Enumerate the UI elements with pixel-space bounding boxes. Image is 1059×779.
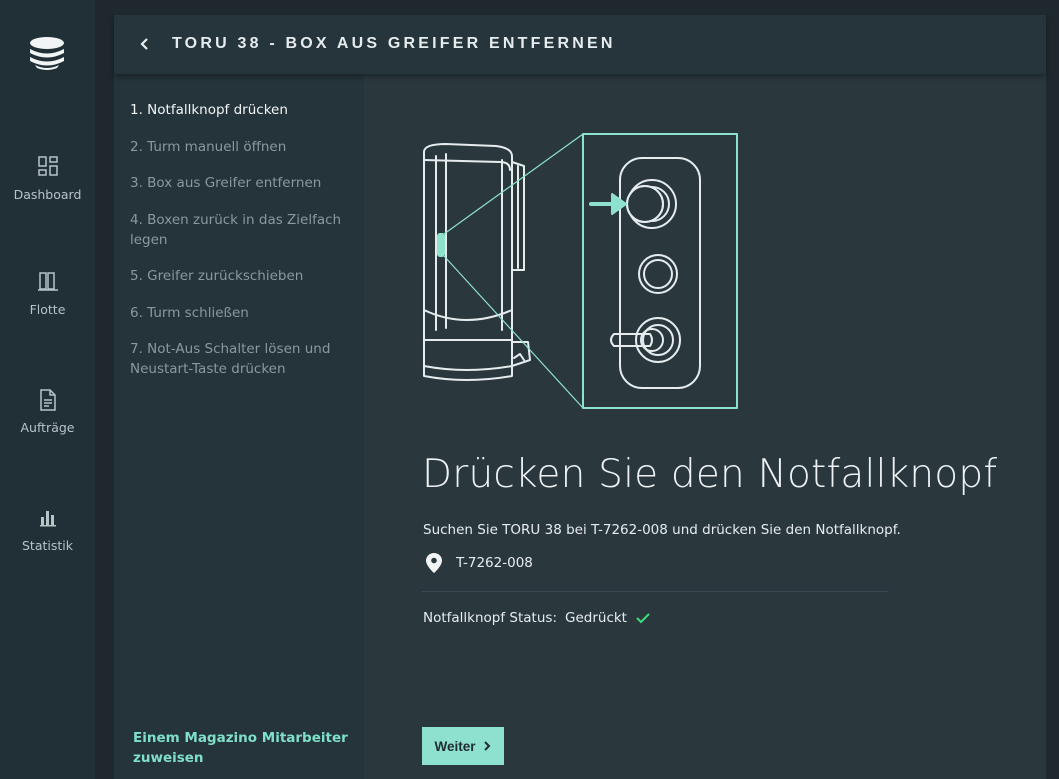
nav-statistik-label: Statistik	[22, 538, 73, 553]
emergency-button-illustration	[423, 133, 738, 409]
nav-dashboard[interactable]: Dashboard	[0, 155, 95, 202]
app-root: Dashboard Flotte Aufträge Statistik TORU…	[0, 0, 1059, 779]
location-pin-icon	[426, 553, 442, 573]
next-button-label: Weiter	[434, 738, 476, 754]
checkmark-icon	[636, 613, 650, 624]
nav-auftraege[interactable]: Aufträge	[0, 388, 95, 435]
location-code: T-7262-008	[456, 555, 533, 571]
steps-panel: 1. Notfallknopf drücken 2. Turm manuell ö…	[114, 74, 364, 779]
divider	[422, 591, 888, 592]
nav-statistik[interactable]: Statistik	[0, 506, 95, 553]
step-item-5[interactable]: 5. Greifer zurückschieben	[130, 266, 352, 286]
nav-dashboard-label: Dashboard	[13, 187, 82, 202]
status-value: Gedrückt	[565, 610, 627, 626]
step-item-1[interactable]: 1. Notfallknopf drücken	[130, 100, 352, 120]
step-instruction: Suchen Sie TORU 38 bei T-7262-008 und dr…	[423, 522, 901, 538]
assign-employee-link[interactable]: Einem Magazino Mitarbeiter zuweisen	[133, 728, 353, 768]
step-item-6[interactable]: 6. Turm schließen	[130, 303, 352, 323]
document-icon	[39, 389, 56, 411]
step-item-3[interactable]: 3. Box aus Greifer entfernen	[130, 173, 352, 193]
bar-chart-icon	[39, 511, 56, 527]
nav-flotte[interactable]: Flotte	[0, 270, 95, 317]
nav-flotte-label: Flotte	[29, 302, 66, 317]
emergency-status-row: Notfallknopf Status: Gedrückt	[423, 610, 651, 626]
step-heading: Drücken Sie den Notfallknopf	[422, 452, 998, 497]
chevron-right-icon	[483, 741, 490, 751]
nav-auftraege-label: Aufträge	[20, 420, 75, 435]
fleet-icon	[37, 272, 58, 291]
dashboard-grid-icon	[37, 156, 58, 176]
main-content: Drücken Sie den Notfallknopf Suchen Sie …	[364, 74, 1046, 779]
sidebar: Dashboard Flotte Aufträge Statistik	[0, 0, 95, 779]
status-label: Notfallknopf Status:	[423, 610, 557, 626]
location-row: T-7262-008	[426, 553, 533, 573]
next-button[interactable]: Weiter	[422, 727, 504, 765]
chevron-left-icon[interactable]	[130, 30, 158, 58]
step-item-7[interactable]: 7. Not-Aus Schalter lösen und Neustart-T…	[130, 339, 352, 379]
page-title: TORU 38 - BOX AUS GREIFER ENTFERNEN	[172, 35, 616, 52]
steps-list: 1. Notfallknopf drücken 2. Turm manuell ö…	[130, 100, 352, 396]
magazino-logo[interactable]	[27, 34, 67, 72]
step-item-2[interactable]: 2. Turm manuell öffnen	[130, 137, 352, 157]
page-header: TORU 38 - BOX AUS GREIFER ENTFERNEN	[114, 15, 1046, 74]
step-item-4[interactable]: 4. Boxen zurück in das Zielfach legen	[130, 210, 352, 250]
